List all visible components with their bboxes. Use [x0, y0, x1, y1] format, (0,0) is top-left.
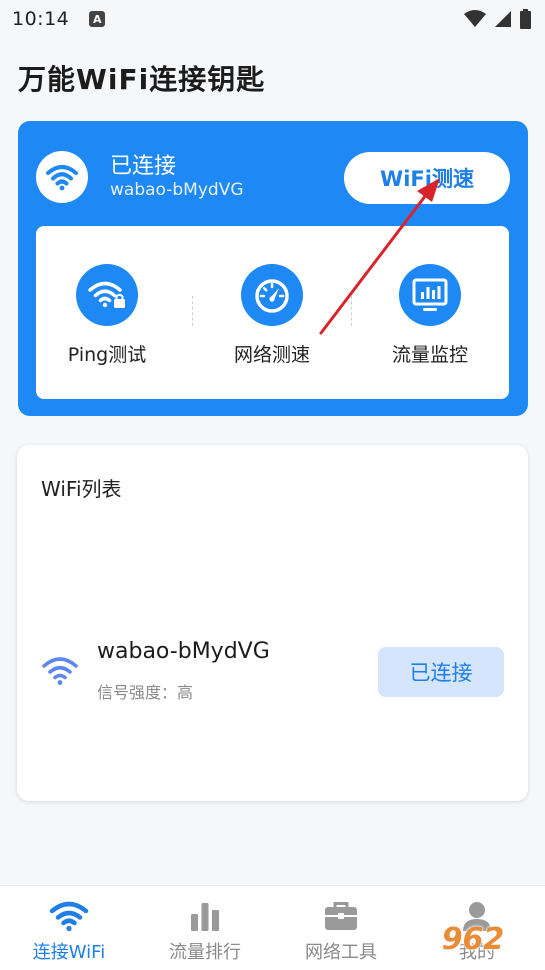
tool-icon-wrap: [241, 264, 303, 326]
connection-status-icon-wrap: [36, 151, 88, 203]
nav-item-connect-wifi[interactable]: 连接WiFi: [1, 898, 137, 964]
tools-panel: Ping测试 网络测速 流量监控: [36, 226, 509, 399]
bar-chart-icon: [191, 903, 219, 931]
connection-status: 已连接: [110, 154, 177, 179]
tool-network-speed[interactable]: 网络测速: [202, 264, 342, 367]
toolbox-icon: [325, 902, 357, 930]
network-ssid: wabao-bMydVG: [97, 639, 270, 664]
speedometer-icon: [255, 279, 289, 313]
watermark-logo: 962: [441, 921, 505, 957]
nav-label: 流量排行: [169, 942, 241, 963]
page-title: 万能WiFi连接钥匙: [18, 63, 266, 96]
network-signal: 信号强度：高: [97, 683, 194, 702]
status-bar: 10:14 A: [0, 0, 545, 38]
connected-ssid: wabao-bMydVG: [110, 180, 244, 200]
battery-icon: [520, 9, 531, 29]
nav-item-network-tools[interactable]: 网络工具: [273, 898, 409, 964]
wifi-icon: [46, 165, 78, 191]
tool-label: 流量监控: [391, 344, 468, 366]
nav-icon-wrap: [323, 898, 359, 934]
nav-icon-wrap: [49, 898, 89, 934]
tool-ping-test[interactable]: Ping测试: [37, 264, 177, 367]
tool-divider: [351, 296, 352, 326]
wifi-list-title: WiFi列表: [41, 477, 122, 501]
nav-item-traffic-rank[interactable]: 流量排行: [137, 898, 273, 964]
tool-divider: [192, 296, 193, 326]
connected-button[interactable]: 已连接: [378, 647, 504, 697]
nav-label: 网络工具: [305, 942, 377, 963]
status-time: 10:14: [12, 8, 70, 30]
wifi-list-card: WiFi列表 wabao-bMydVG 信号强度：高 已连接: [17, 445, 528, 801]
wifi-signal-icon: [464, 10, 486, 27]
wifi-strength-icon: [42, 657, 78, 685]
wifi-lock-icon: [88, 281, 125, 308]
monitor-chart-icon: [412, 278, 448, 311]
wifi-icon: [49, 901, 89, 932]
tool-label: Ping测试: [67, 344, 147, 366]
wifi-speedtest-button[interactable]: WiFi测速: [344, 152, 510, 204]
connection-card: 已连接 wabao-bMydVG WiFi测速 Ping测试 网络测速 流量监控: [18, 121, 528, 416]
tool-label: 网络测速: [233, 344, 310, 366]
list-item[interactable]: wabao-bMydVG 信号强度：高 已连接: [17, 635, 528, 705]
nav-label: 连接WiFi: [32, 942, 106, 963]
notification-app-icon: A: [89, 11, 106, 27]
tool-traffic-monitor[interactable]: 流量监控: [360, 264, 500, 367]
nav-icon-wrap: [188, 898, 222, 934]
tool-icon-wrap: [399, 264, 461, 326]
cell-signal-icon: [495, 11, 511, 27]
tool-icon-wrap: [76, 264, 138, 326]
status-indicators: [464, 9, 531, 29]
